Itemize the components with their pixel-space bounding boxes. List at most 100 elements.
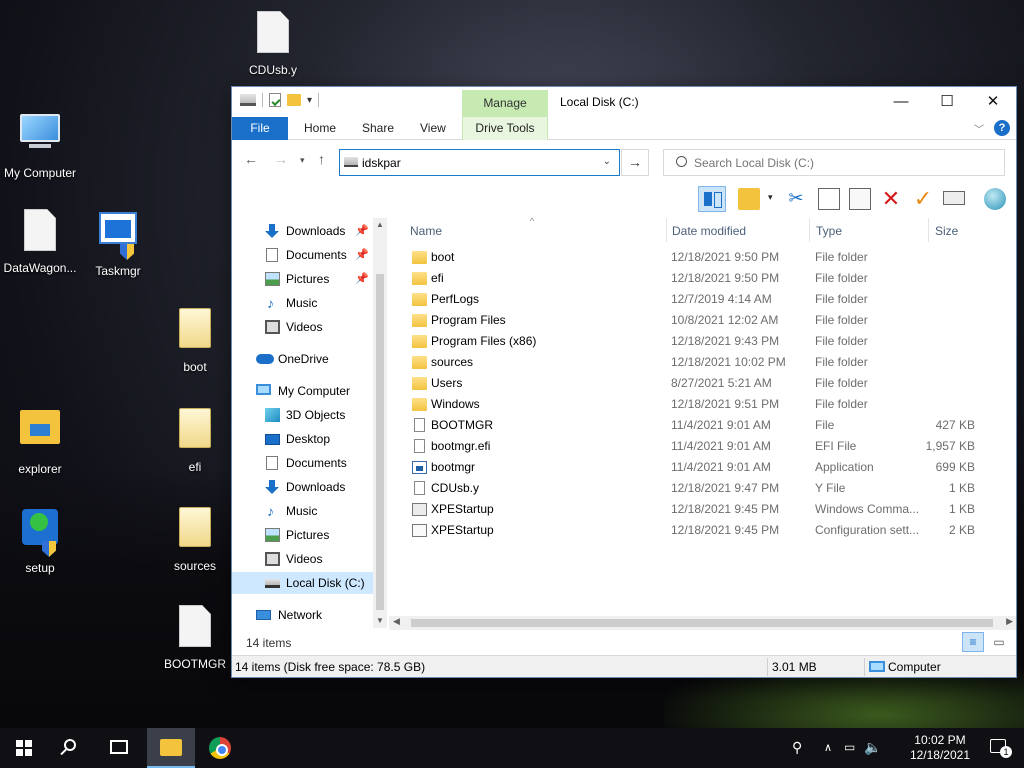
task-view-button[interactable] [96, 728, 144, 768]
properties-icon[interactable] [269, 93, 281, 107]
horizontal-scrollbar[interactable]: ◀ ▶ [389, 616, 1016, 630]
details-view-icon[interactable] [962, 632, 984, 652]
table-row[interactable]: BOOTMGR 11/4/2021 9:01 AM File 427 KB [389, 415, 989, 436]
nav-item-desktop[interactable]: Desktop [232, 428, 373, 450]
taskbar-file-explorer[interactable] [147, 728, 195, 768]
address-input[interactable] [362, 154, 592, 172]
table-row[interactable]: Users 8/27/2021 5:21 AM File folder [389, 373, 989, 394]
scroll-right-icon[interactable]: ▶ [1006, 616, 1013, 627]
pin-icon[interactable]: 📌 [355, 220, 369, 242]
pin-icon[interactable]: 📌 [355, 268, 369, 290]
tab-drive-tools[interactable]: Drive Tools [462, 117, 548, 140]
nav-item-pictures-2[interactable]: Pictures [232, 524, 373, 546]
desktop-icon-datawagon[interactable]: DataWagon... [0, 206, 80, 275]
rename-icon[interactable] [943, 191, 965, 205]
back-arrow-icon[interactable]: ← [244, 151, 258, 167]
nav-item-onedrive[interactable]: OneDrive [232, 348, 373, 370]
table-row[interactable]: PerfLogs 12/7/2019 4:14 AM File folder [389, 289, 989, 310]
new-folder-icon[interactable] [738, 188, 760, 210]
network-icon[interactable]: ▭ [844, 740, 855, 754]
volume-muted-icon[interactable]: 🔈 [864, 739, 881, 756]
start-button[interactable] [0, 728, 48, 768]
scroll-left-icon[interactable]: ◀ [393, 616, 400, 627]
chevron-down-icon[interactable]: ▾ [768, 192, 778, 202]
desktop-icon-cdusb[interactable]: CDUsb.y [233, 8, 313, 77]
table-row[interactable]: Program Files 10/8/2021 12:02 AM File fo… [389, 310, 989, 331]
nav-item-downloads[interactable]: Downloads 📌 [232, 220, 373, 242]
close-button[interactable]: ✕ [970, 87, 1016, 117]
scroll-up-icon[interactable]: ▲ [376, 220, 384, 229]
desktop-icon-boot[interactable]: boot [155, 304, 235, 374]
table-row[interactable]: sources 12/18/2021 10:02 PM File folder [389, 352, 989, 373]
table-row[interactable]: boot 12/18/2021 9:50 PM File folder [389, 247, 989, 268]
cut-icon[interactable]: ✂ [785, 188, 807, 210]
nav-item-network[interactable]: Network [232, 604, 373, 626]
title-bar[interactable]: ▾ Manage Local Disk (C:) — ☐ ✕ [232, 87, 1016, 117]
column-header-size[interactable]: Size [930, 218, 1000, 242]
shell-icon[interactable] [984, 188, 1006, 210]
nav-item-music[interactable]: ♪ Music [232, 292, 373, 314]
nav-item-documents-2[interactable]: Documents [232, 452, 373, 474]
taskbar-chrome[interactable] [196, 728, 244, 768]
table-row[interactable]: XPEStartup 12/18/2021 9:45 PM Configurat… [389, 520, 989, 541]
table-row[interactable]: efi 12/18/2021 9:50 PM File folder [389, 268, 989, 289]
clock[interactable]: 10:02 PM 12/18/2021 [910, 733, 970, 763]
help-icon[interactable]: ? [994, 120, 1010, 136]
tab-file[interactable]: File [232, 117, 288, 140]
tab-view[interactable]: View [406, 117, 460, 140]
nav-item-local-disk[interactable]: Local Disk (C:) [232, 572, 373, 594]
desktop-icon-bootmgr[interactable]: BOOTMGR [155, 602, 235, 671]
column-header-type[interactable]: Type [811, 218, 929, 242]
nav-pane-scrollbar[interactable]: ▲ ▼ [373, 218, 387, 628]
table-row[interactable]: bootmgr 11/4/2021 9:01 AM Application 69… [389, 457, 989, 478]
tab-manage[interactable]: Manage [462, 90, 548, 117]
search-box[interactable] [663, 149, 1005, 176]
table-row[interactable]: Windows 12/18/2021 9:51 PM File folder [389, 394, 989, 415]
table-row[interactable]: CDUsb.y 12/18/2021 9:47 PM Y File 1 KB [389, 478, 989, 499]
go-button[interactable]: → [621, 149, 649, 176]
pin-icon[interactable]: 📌 [355, 244, 369, 266]
new-folder-icon[interactable] [287, 94, 301, 106]
nav-scroll-thumb[interactable] [376, 274, 384, 610]
search-input[interactable] [694, 154, 994, 172]
desktop-icon-taskmgr[interactable]: Taskmgr [78, 206, 158, 278]
tab-share[interactable]: Share [348, 117, 408, 140]
people-icon[interactable]: ⚲ [792, 739, 802, 756]
desktop-icon-efi[interactable]: efi [155, 404, 235, 474]
tab-home[interactable]: Home [290, 117, 350, 140]
scroll-down-icon[interactable]: ▼ [376, 616, 384, 625]
chevron-down-icon[interactable]: ⌄ [603, 156, 611, 167]
navigation-pane-toggle-icon[interactable] [698, 186, 726, 212]
column-header-name[interactable]: Name [405, 218, 667, 242]
address-bar[interactable]: ⌄ [339, 149, 620, 176]
nav-item-videos-2[interactable]: Videos [232, 548, 373, 570]
expand-ribbon-icon[interactable]: ﹀ [974, 121, 984, 136]
large-icons-view-icon[interactable] [988, 632, 1010, 652]
desktop-icon-explorer[interactable]: explorer [0, 404, 80, 476]
table-row[interactable]: XPEStartup 12/18/2021 9:45 PM Windows Co… [389, 499, 989, 520]
desktop-icon-sources[interactable]: sources [155, 503, 235, 573]
forward-arrow-icon[interactable]: → [274, 151, 288, 167]
column-header-date[interactable]: Date modified [667, 218, 810, 242]
minimize-button[interactable]: — [878, 87, 924, 117]
nav-item-pictures[interactable]: Pictures 📌 [232, 268, 373, 290]
table-row[interactable]: Program Files (x86) 12/18/2021 9:43 PM F… [389, 331, 989, 352]
chevron-up-icon[interactable]: ∧ [824, 741, 832, 754]
recent-locations-chevron-icon[interactable]: ▾ [300, 155, 305, 166]
up-arrow-icon[interactable]: ↑ [318, 151, 325, 167]
copy-icon[interactable] [818, 188, 840, 210]
desktop-icon-setup[interactable]: setup [0, 503, 80, 575]
nav-item-music-2[interactable]: ♪ Music [232, 500, 373, 522]
nav-item-my-computer[interactable]: My Computer [232, 380, 373, 402]
nav-item-videos[interactable]: Videos [232, 316, 373, 338]
search-button[interactable] [48, 728, 96, 768]
nav-item-3d-objects[interactable]: 3D Objects [232, 404, 373, 426]
desktop-icon-my-computer[interactable]: My Computer [0, 108, 80, 180]
horizontal-scroll-thumb[interactable] [411, 619, 993, 627]
checkmark-icon[interactable]: ✓ [912, 188, 934, 210]
delete-icon[interactable]: ✕ [880, 188, 902, 210]
table-row[interactable]: bootmgr.efi 11/4/2021 9:01 AM EFI File 1… [389, 436, 989, 457]
chevron-down-icon[interactable]: ▾ [307, 95, 312, 106]
maximize-button[interactable]: ☐ [924, 87, 970, 117]
paste-icon[interactable] [849, 188, 871, 210]
